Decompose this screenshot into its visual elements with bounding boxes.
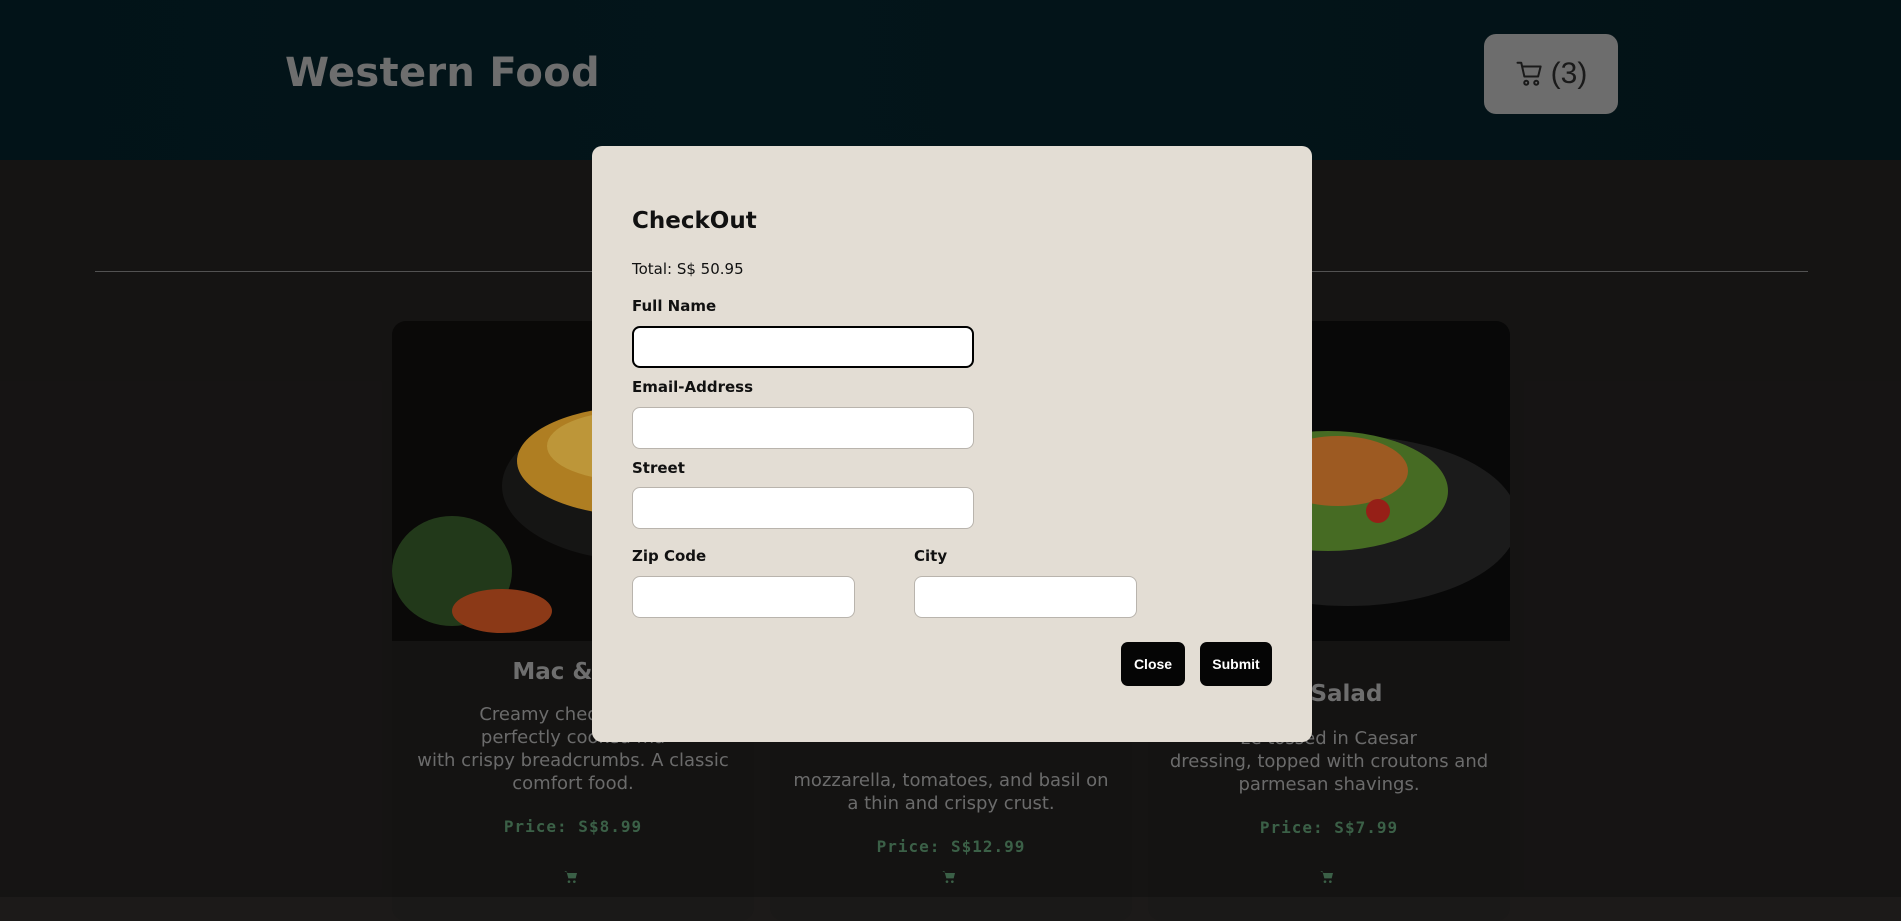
checkout-total: Total: S$ 50.95 [632, 260, 744, 278]
street-field[interactable] [632, 487, 974, 529]
city-field[interactable] [914, 576, 1137, 618]
street-label: Street [632, 459, 685, 477]
full-name-field[interactable] [632, 326, 974, 368]
submit-button[interactable]: Submit [1200, 642, 1272, 686]
close-button[interactable]: Close [1121, 642, 1185, 686]
checkout-modal: CheckOut Total: S$ 50.95 Full Name Email… [592, 146, 1312, 742]
zip-code-field[interactable] [632, 576, 855, 618]
full-name-label: Full Name [632, 297, 717, 315]
checkout-title: CheckOut [632, 208, 757, 234]
email-field[interactable] [632, 407, 974, 449]
city-label: City [914, 547, 948, 565]
email-label: Email-Address [632, 378, 754, 396]
zip-code-label: Zip Code [632, 547, 707, 565]
